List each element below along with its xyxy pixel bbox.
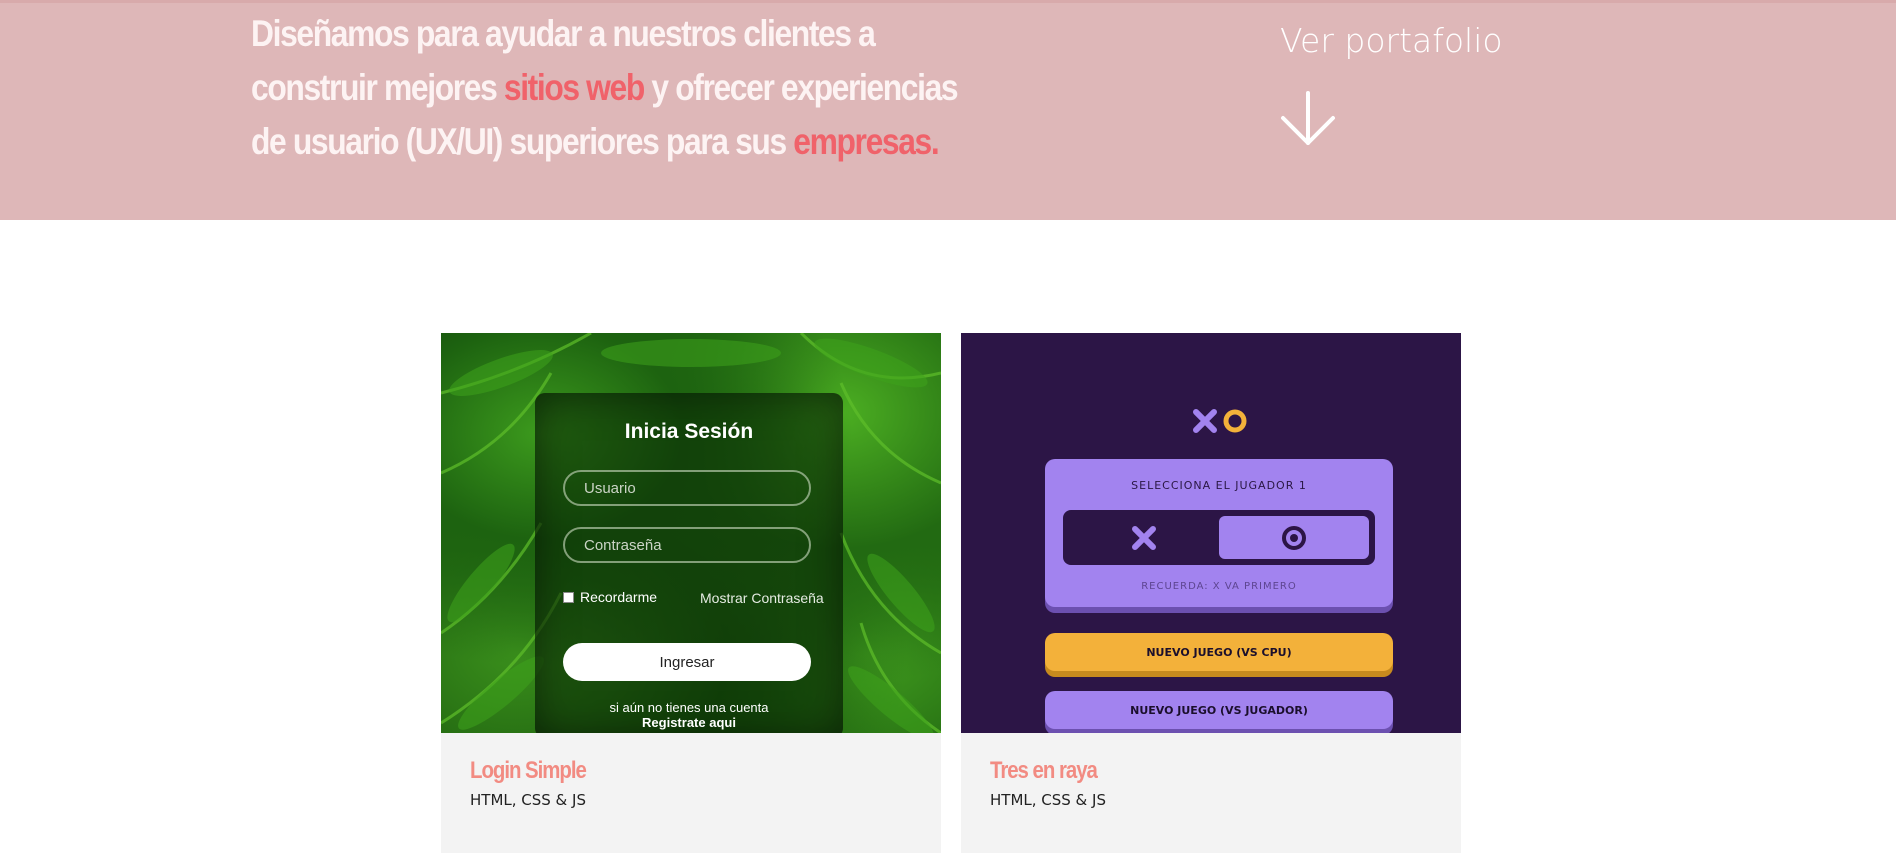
hero-highlight-companies: empresas. [793, 121, 939, 162]
project-card-login[interactable]: Inicia Sesión Recordarme Mostrar Contras… [441, 333, 941, 853]
o-icon [1282, 525, 1306, 550]
remember-me-label: Recordarme [580, 589, 658, 605]
project-title[interactable]: Login Simple [470, 757, 587, 785]
new-game-player-button[interactable]: NUEVO JUEGO (VS JUGADOR) [1045, 691, 1393, 729]
player-select-panel: SELECCIONA EL JUGADOR 1 RECUERDA: X VA P… [1045, 459, 1393, 607]
x-icon [1132, 525, 1156, 550]
hero-tagline: Diseñamos para ayudar a nuestros cliente… [251, 7, 991, 169]
checkbox-icon[interactable] [563, 591, 574, 603]
xo-logo [1192, 408, 1248, 434]
project-tech: HTML, CSS & JS [990, 791, 1106, 809]
username-field[interactable] [563, 470, 811, 506]
login-submit-button[interactable]: Ingresar [563, 643, 811, 681]
player-mark-toggle [1063, 510, 1375, 565]
select-o-option[interactable] [1219, 516, 1369, 559]
o-icon [1223, 409, 1247, 433]
login-heading: Inicia Sesión [624, 420, 754, 443]
hero-banner: Diseñamos para ayudar a nuestros cliente… [0, 0, 1896, 220]
arrow-down-icon[interactable] [1280, 91, 1336, 147]
password-field[interactable] [563, 527, 811, 563]
tictactoe-preview: SELECCIONA EL JUGADOR 1 RECUERDA: X VA P… [961, 333, 1461, 733]
signup-prompt: si aún no tienes una cuenta [609, 700, 769, 715]
project-thumbnail-login[interactable]: Inicia Sesión Recordarme Mostrar Contras… [441, 333, 941, 733]
remember-me-checkbox[interactable]: Recordarme [563, 589, 657, 605]
project-thumbnail-tictactoe[interactable]: SELECCIONA EL JUGADOR 1 RECUERDA: X VA P… [961, 333, 1461, 733]
login-form-preview: Inicia Sesión Recordarme Mostrar Contras… [535, 393, 843, 733]
x-goes-first-note: RECUERDA: X VA PRIMERO [1141, 581, 1297, 592]
select-player-label: SELECCIONA EL JUGADOR 1 [1131, 479, 1307, 492]
project-tech: HTML, CSS & JS [470, 791, 586, 809]
signup-link[interactable]: Registrate aqui [535, 715, 843, 730]
project-card-tictactoe[interactable]: SELECCIONA EL JUGADOR 1 RECUERDA: X VA P… [961, 333, 1461, 853]
new-game-cpu-button[interactable]: NUEVO JUEGO (VS CPU) [1045, 633, 1393, 671]
project-meta: Login Simple HTML, CSS & JS [470, 757, 606, 809]
view-portfolio-link[interactable]: Ver portafolio [1280, 21, 1503, 60]
project-meta: Tres en raya HTML, CSS & JS [990, 757, 1116, 809]
project-title[interactable]: Tres en raya [990, 757, 1098, 785]
select-x-option[interactable] [1069, 516, 1219, 559]
x-icon [1193, 409, 1217, 433]
hero-highlight-websites: sitios web [503, 67, 645, 108]
show-password-link[interactable]: Mostrar Contraseña [700, 590, 824, 606]
